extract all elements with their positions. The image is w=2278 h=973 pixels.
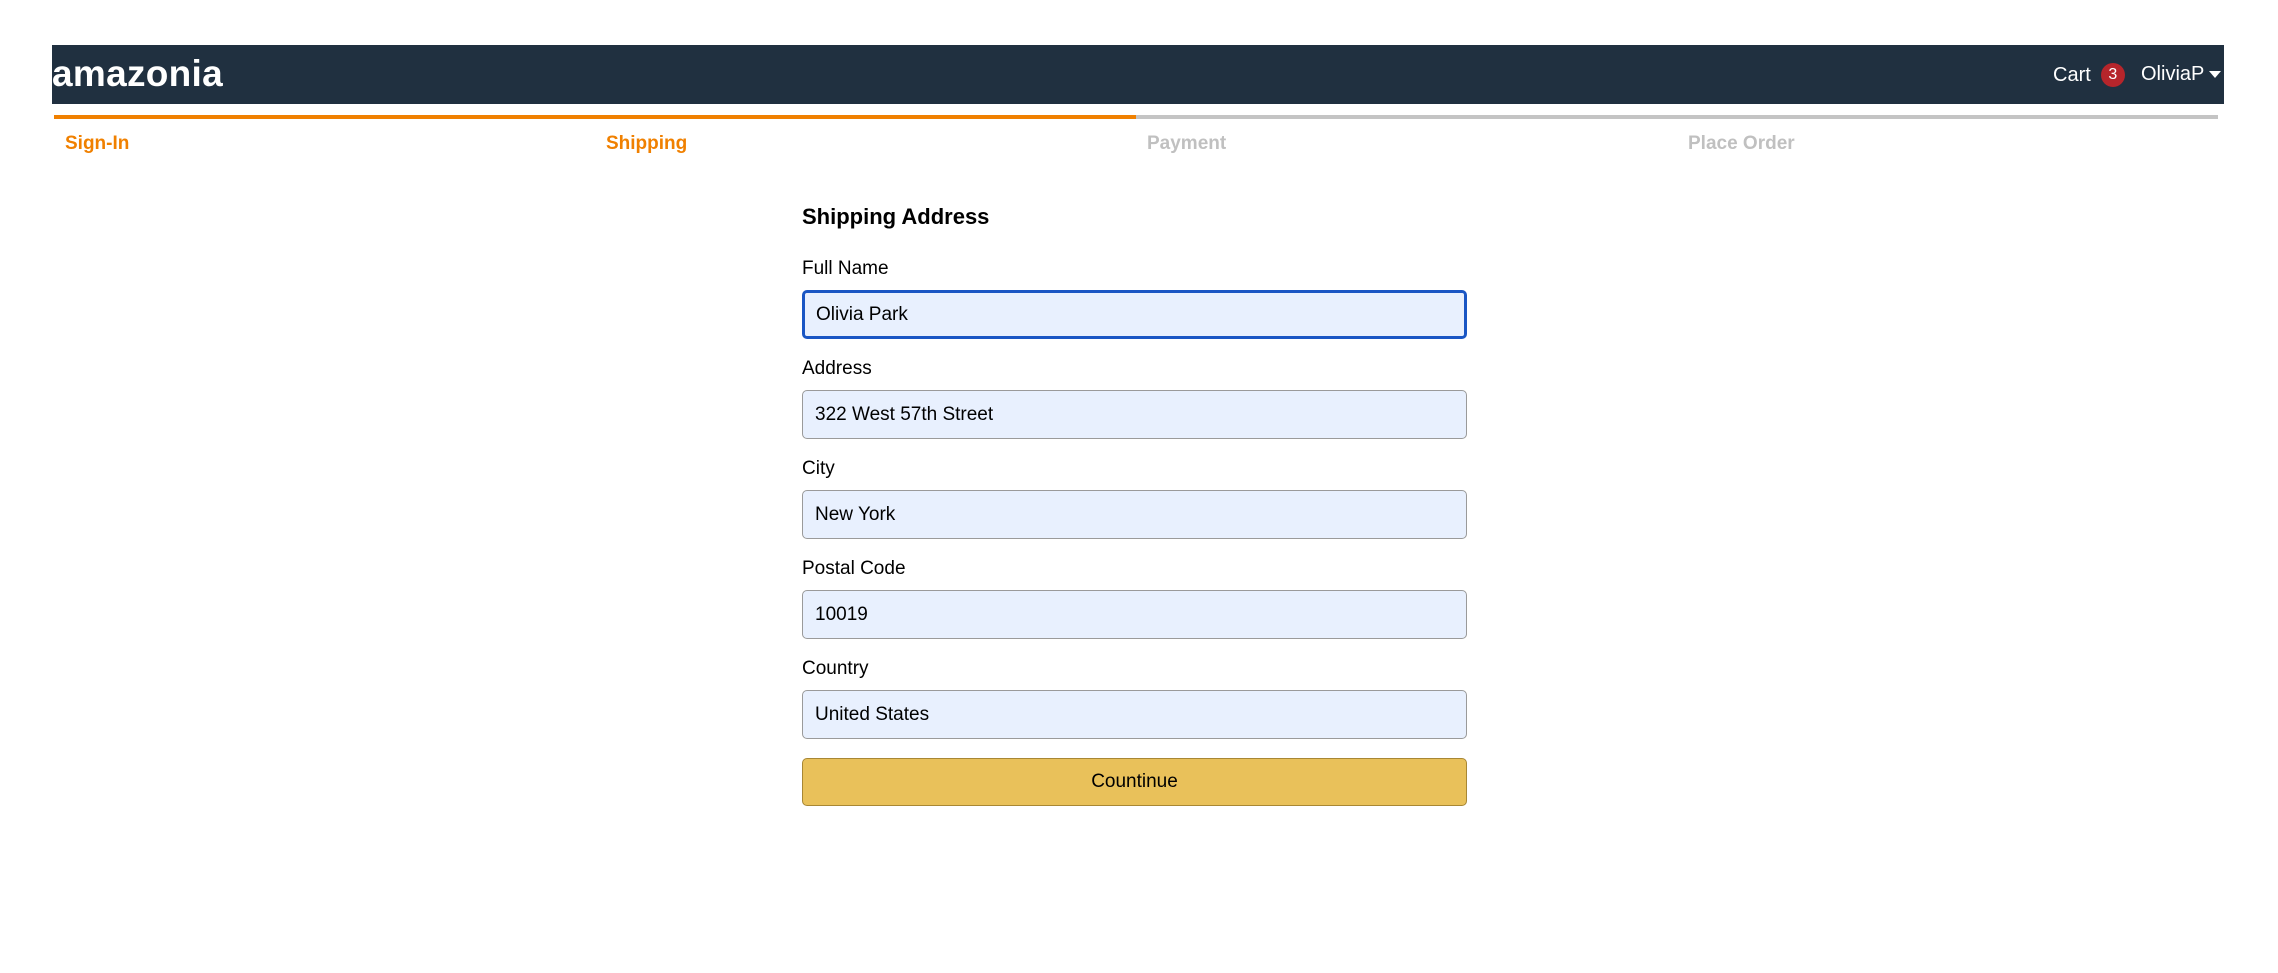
- city-input[interactable]: [802, 490, 1467, 539]
- step-shipping: Shipping: [595, 115, 1136, 175]
- continue-button[interactable]: Countinue: [802, 758, 1467, 806]
- country-label: Country: [802, 658, 869, 679]
- address-group: Address: [802, 358, 1467, 439]
- postal-code-input[interactable]: [802, 590, 1467, 639]
- address-label: Address: [802, 358, 872, 379]
- cart-count-badge: 3: [2100, 63, 2125, 87]
- full-name-group: Full Name: [802, 258, 1467, 339]
- address-input[interactable]: [802, 390, 1467, 439]
- step-payment: Payment: [1136, 115, 1677, 175]
- cart-link[interactable]: Cart 3: [2053, 63, 2125, 87]
- country-input[interactable]: [802, 690, 1467, 739]
- step-sign-in: Sign-In: [54, 115, 595, 175]
- city-label: City: [802, 458, 835, 479]
- country-group: Country: [802, 658, 1467, 739]
- user-name: OliviaP: [2141, 63, 2205, 85]
- top-navbar: amazonia Cart 3 OliviaP: [52, 45, 2224, 104]
- user-menu-dropdown[interactable]: OliviaP: [2141, 63, 2222, 86]
- checkout-steps: Sign-In Shipping Payment Place Order: [54, 115, 2218, 175]
- city-group: City: [802, 458, 1467, 539]
- step-place-order: Place Order: [1677, 115, 2218, 175]
- cart-label: Cart: [2053, 63, 2091, 86]
- caret-down-icon: [2209, 71, 2222, 78]
- full-name-label: Full Name: [802, 258, 889, 279]
- full-name-input[interactable]: [802, 290, 1467, 339]
- brand-logo-link[interactable]: amazonia: [52, 53, 223, 95]
- shipping-address-form: Shipping Address Full Name Address City …: [802, 200, 1467, 806]
- form-title: Shipping Address: [802, 204, 990, 229]
- postal-code-group: Postal Code: [802, 558, 1467, 639]
- postal-code-label: Postal Code: [802, 558, 906, 579]
